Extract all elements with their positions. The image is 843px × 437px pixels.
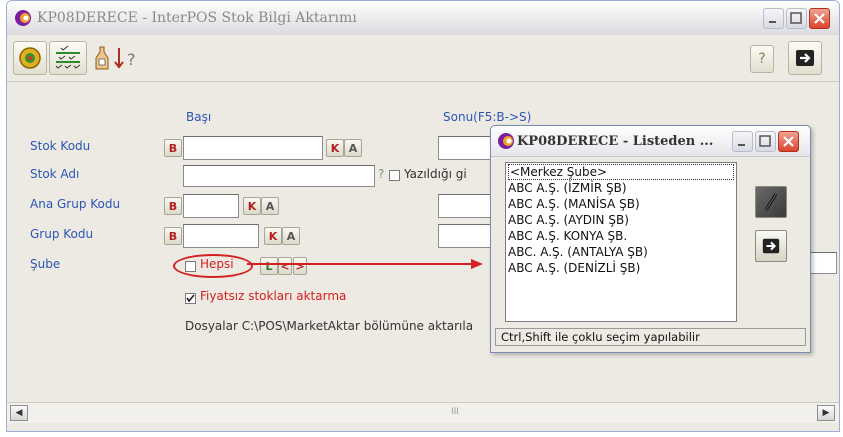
stock-code-a-button[interactable]: A [344,139,362,157]
list-item[interactable]: ABC A.Ş. (MANİSA ŞB) [506,196,736,212]
maximize-icon [790,12,802,24]
scroll-left-button[interactable]: ◀ [10,405,28,421]
window-title: KP08DERECE - InterPOS Stok Bilgi Aktarım… [37,10,357,26]
list-item[interactable]: ABC A.Ş. (DENİZLİ ŞB) [506,260,736,276]
annotation-arrow [247,259,483,269]
list-item[interactable]: ABC A.Ş. (AYDIN ŞB) [506,212,736,228]
exit-button[interactable] [788,41,822,75]
bottle-icon[interactable] [93,45,111,75]
stock-code-label: Stok Kodu [30,139,91,153]
popup-maximize-button[interactable] [755,131,776,152]
no-price-label: Fiyatsız stokları aktarma [200,289,347,303]
minimize-button[interactable] [763,8,784,29]
stock-name-label: Stok Adı [30,167,80,181]
check-list-icon [55,45,81,69]
stock-name-help[interactable]: ? [378,167,384,181]
close-button[interactable] [809,8,830,29]
stock-code-start-input[interactable] [183,136,323,160]
stock-code-end-input[interactable] [438,136,498,160]
gear-run-icon [19,47,41,69]
pen-icon [764,193,778,211]
exit-icon [762,238,780,254]
group-code-a-button[interactable]: A [282,227,300,245]
main-group-label: Ana Grup Kodu [30,197,121,211]
app-logo-icon [498,133,514,149]
group-code-start-input[interactable] [183,224,259,248]
main-group-start-input[interactable] [183,194,239,218]
main-group-end-input[interactable] [438,194,498,218]
maximize-button[interactable] [786,8,807,29]
help-button[interactable]: ? [750,45,774,73]
settings-list-button[interactable] [49,41,87,75]
popup-title-bar: KP08DERECE - Listeden ... [491,126,810,157]
main-group-b-button[interactable]: B [164,197,182,215]
popup-close-button[interactable] [778,131,799,152]
stock-code-b-button[interactable]: B [164,139,182,157]
export-path-note: Dosyalar C:\POS\MarketAktar bölümüne akt… [185,319,474,333]
as-written-label: Yazıldığı gi [404,167,467,181]
svg-text:?: ? [127,50,136,69]
horizontal-scrollbar[interactable]: ◀ III ▶ [7,402,839,423]
popup-exit-button[interactable] [755,230,787,262]
popup-minimize-button[interactable] [732,131,753,152]
no-price-checkbox[interactable] [185,293,196,304]
list-item[interactable]: <Merkez Şube> [508,164,734,180]
toolbar: ? ? [7,35,839,82]
list-item[interactable]: ABC A.Ş. KONYA ŞB. [506,228,736,244]
title-bar: KP08DERECE - InterPOS Stok Bilgi Aktarım… [7,1,839,36]
scroll-grip[interactable]: III [451,407,459,417]
app-logo-icon [15,10,31,26]
group-code-end-input[interactable] [438,224,498,248]
column-start-label: Başı [186,110,212,124]
checkmark-icon [186,294,195,303]
select-button[interactable] [755,186,787,218]
group-code-b-button[interactable]: B [164,227,182,245]
group-code-k-button[interactable]: K [264,227,282,245]
list-item[interactable]: ABC. A.Ş. (ANTALYA ŞB) [506,244,736,260]
column-end-label: Sonu(F5:B->S) [443,110,532,124]
sort-help-icon[interactable]: ? [113,45,143,75]
multi-select-hint: Ctrl,Shift ile çoklu seçim yapılabilir [501,330,700,344]
main-group-k-button[interactable]: K [243,197,261,215]
branch-picker-popup: KP08DERECE - Listeden ... <Merkez Şube> … [490,125,811,353]
popup-title: KP08DERECE - Listeden ... [517,134,714,149]
branch-label: Şube [30,257,61,271]
all-branches-label: Hepsi [200,257,234,271]
help-label: ? [758,51,766,67]
minimize-icon [769,21,776,23]
close-icon [814,13,825,24]
stock-name-input[interactable] [183,165,375,187]
list-item[interactable]: ABC A.Ş. (İZMİR ŞB) [506,180,736,196]
stock-code-k-button[interactable]: K [326,139,344,157]
minimize-icon [738,144,745,146]
all-branches-checkbox[interactable] [185,261,196,272]
maximize-icon [759,135,771,147]
as-written-checkbox[interactable] [389,170,400,181]
main-group-a-button[interactable]: A [261,197,279,215]
run-button[interactable] [13,41,47,75]
group-code-label: Grup Kodu [30,227,94,241]
exit-icon [796,50,814,66]
close-icon [783,136,794,147]
scroll-right-button[interactable]: ▶ [817,405,835,421]
branch-list[interactable]: <Merkez Şube> ABC A.Ş. (İZMİR ŞB) ABC A.… [505,162,737,322]
